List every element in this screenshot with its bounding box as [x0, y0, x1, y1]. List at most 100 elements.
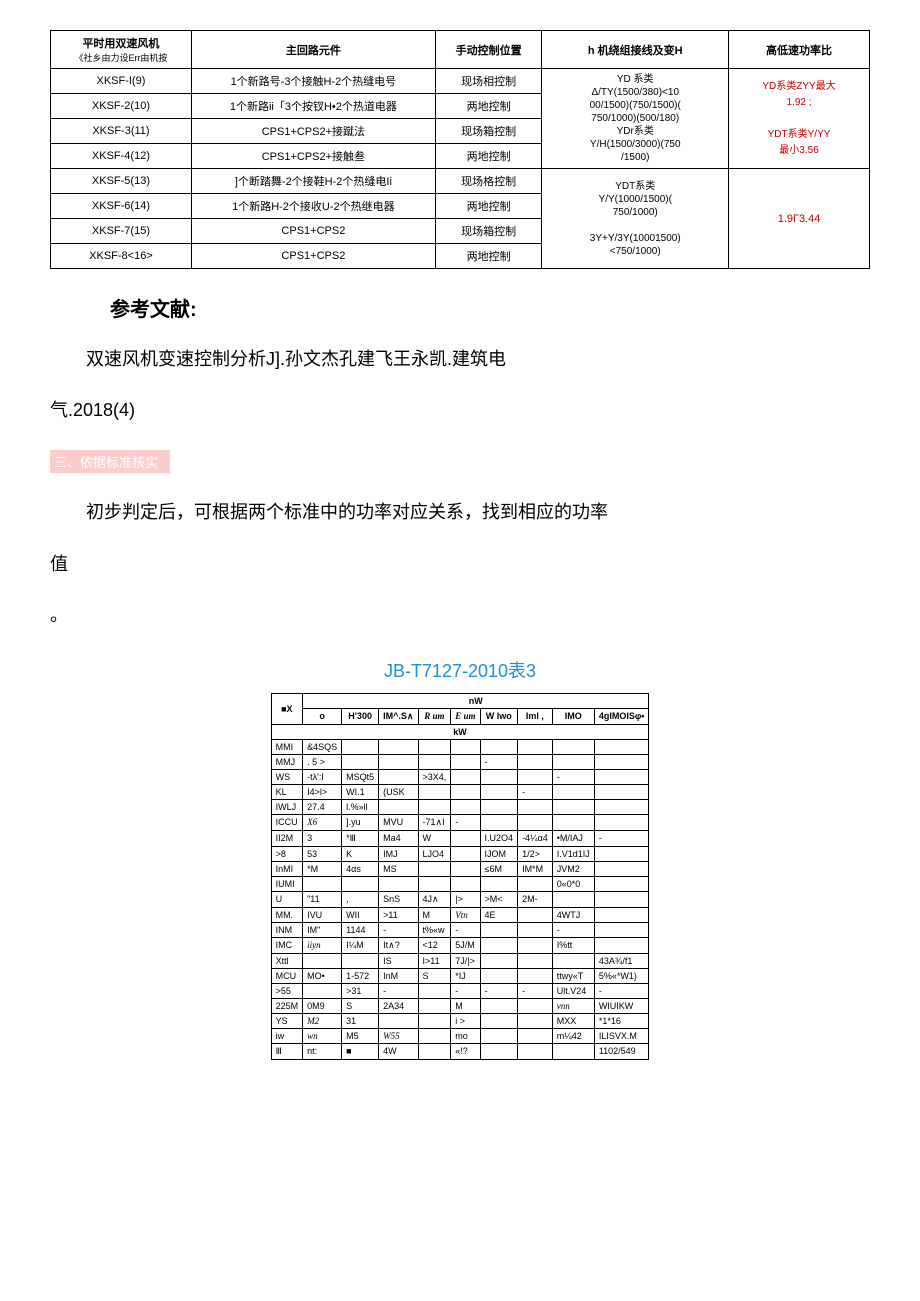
t2-kw: kW	[271, 724, 649, 739]
table-cell	[594, 799, 649, 814]
table-cell	[418, 754, 451, 769]
t1-r1c2: 1个新路号-3个接触H-2个热缝电号	[191, 69, 435, 94]
table-cell: I.V1d1IJ	[552, 846, 594, 861]
t1-r2c3: 两地控制	[435, 94, 542, 119]
t1-r6c3: 两地控制	[435, 194, 542, 219]
table-cell: >31	[342, 983, 379, 998]
table-cell	[418, 1028, 451, 1043]
table-cell	[518, 953, 553, 968]
table-cell: Ult.V24	[552, 983, 594, 998]
table-cell: 4J∧	[418, 891, 451, 907]
table-cell: MS	[379, 861, 418, 876]
t2-h9: 4gIMOISφ•	[594, 708, 649, 724]
table-cell	[379, 876, 418, 891]
table-cell	[594, 891, 649, 907]
table-cell: 5J/M	[451, 937, 480, 953]
table-cell	[418, 799, 451, 814]
table-cell	[552, 891, 594, 907]
table-cell: 43A¾/f1	[594, 953, 649, 968]
table-cell: 0M9	[303, 998, 342, 1013]
table-cell: -	[518, 784, 553, 799]
table-cell: IS	[379, 953, 418, 968]
table-cell: -	[594, 983, 649, 998]
t1-h1: 平时用双速风机 《社乡由力设Err由机按	[51, 31, 192, 69]
table-cell: -tλ':I	[303, 769, 342, 784]
table-row: MM.IVUWII>11MVtn4E4WTJ	[271, 907, 649, 922]
table-cell: 1144	[342, 922, 379, 937]
table-cell: INM	[271, 922, 303, 937]
table-cell: l.%»ll	[342, 799, 379, 814]
table-cell	[480, 937, 518, 953]
table-cell: SnS	[379, 891, 418, 907]
table-cell	[552, 1043, 594, 1059]
table-cell: S	[342, 998, 379, 1013]
table-cell: MCU	[271, 968, 303, 983]
table-cell	[594, 907, 649, 922]
table-cell: MMI	[271, 739, 303, 754]
table-cell: nt:	[303, 1043, 342, 1059]
table-cell	[480, 1013, 518, 1028]
table-cell	[552, 953, 594, 968]
t1-h2: 主回路元件	[191, 31, 435, 69]
table-row: MMI&4SQS	[271, 739, 649, 754]
table-cell: M	[418, 907, 451, 922]
table-cell	[552, 784, 594, 799]
table-cell: IJOM	[480, 846, 518, 861]
table-cell: &4SQS	[303, 739, 342, 754]
t2-h6: W Iwo	[480, 708, 518, 724]
table-cell: <12	[418, 937, 451, 953]
table-cell	[379, 1013, 418, 1028]
t1-r8c2: CPS1+CPS2	[191, 244, 435, 269]
table-cell: t%«w	[418, 922, 451, 937]
table-cell: IMC	[271, 937, 303, 953]
table-cell: WI.1	[342, 784, 379, 799]
table-cell: IUMI	[271, 876, 303, 891]
table-cell: I¼M	[342, 937, 379, 953]
table-cell: 5%«*W1)	[594, 968, 649, 983]
table-cell: wn	[303, 1028, 342, 1043]
table-cell: mo	[451, 1028, 480, 1043]
t1-r5c2: ]个断踏舞-2个接鞋H-2个热缝电Ii	[191, 169, 435, 194]
t2-h5: E um	[451, 708, 480, 724]
table-cell	[451, 739, 480, 754]
table-cell: -	[480, 983, 518, 998]
table-cell	[451, 784, 480, 799]
table-cell	[518, 998, 553, 1013]
table-cell	[451, 876, 480, 891]
t1-h3: 手动控制位置	[435, 31, 542, 69]
table-row: ICCUX6].yuMVU-71∧I-	[271, 814, 649, 830]
table-cell	[451, 830, 480, 846]
standard-table: ■X nW o H'300 IM^.S∧ R um E um W Iwo Iml…	[271, 693, 650, 1060]
t1-r5c3: 现场格控制	[435, 169, 542, 194]
table-cell	[480, 953, 518, 968]
table-cell	[518, 739, 553, 754]
t2-h4: R um	[418, 708, 451, 724]
table-cell: JVM2	[552, 861, 594, 876]
table-cell	[594, 861, 649, 876]
t1-h1b: 《社乡由力设Err由机按	[74, 53, 167, 63]
table-row: WS-tλ':IMSQt5>3X4,-	[271, 769, 649, 784]
table-cell: •M/IAJ	[552, 830, 594, 846]
table-cell	[518, 922, 553, 937]
table-cell: -	[518, 983, 553, 998]
table-cell	[594, 876, 649, 891]
table-cell	[594, 922, 649, 937]
g1c5a: YD系类ZYY最大	[762, 81, 835, 92]
table-cell: -	[451, 983, 480, 998]
table-cell	[342, 739, 379, 754]
body-para-3: 。	[50, 594, 870, 637]
table-cell: vnn	[552, 998, 594, 1013]
table-cell: *IJ	[451, 968, 480, 983]
t1-g2c4: YDT系类 Y/Y(1000/1500)( 750/1000) 3Y+Y/3Y(…	[542, 169, 729, 269]
table-cell: 4E	[480, 907, 518, 922]
body-para-1: 初步判定后，可根据两个标准中的功率对应关系，找到相应的功率	[50, 491, 870, 534]
t1-r4c2: CPS1+CPS2+接触叁	[191, 144, 435, 169]
table-cell	[480, 998, 518, 1013]
table-cell	[518, 814, 553, 830]
t1-r6c2: 1个新路H-2个接收U-2个热继电器	[191, 194, 435, 219]
spec-table: 平时用双速风机 《社乡由力设Err由机按 主回路元件 手动控制位置 h 机绕组接…	[50, 30, 870, 269]
table-cell	[418, 983, 451, 998]
table-cell	[594, 846, 649, 861]
table-cell: 3	[303, 830, 342, 846]
table-cell	[552, 754, 594, 769]
